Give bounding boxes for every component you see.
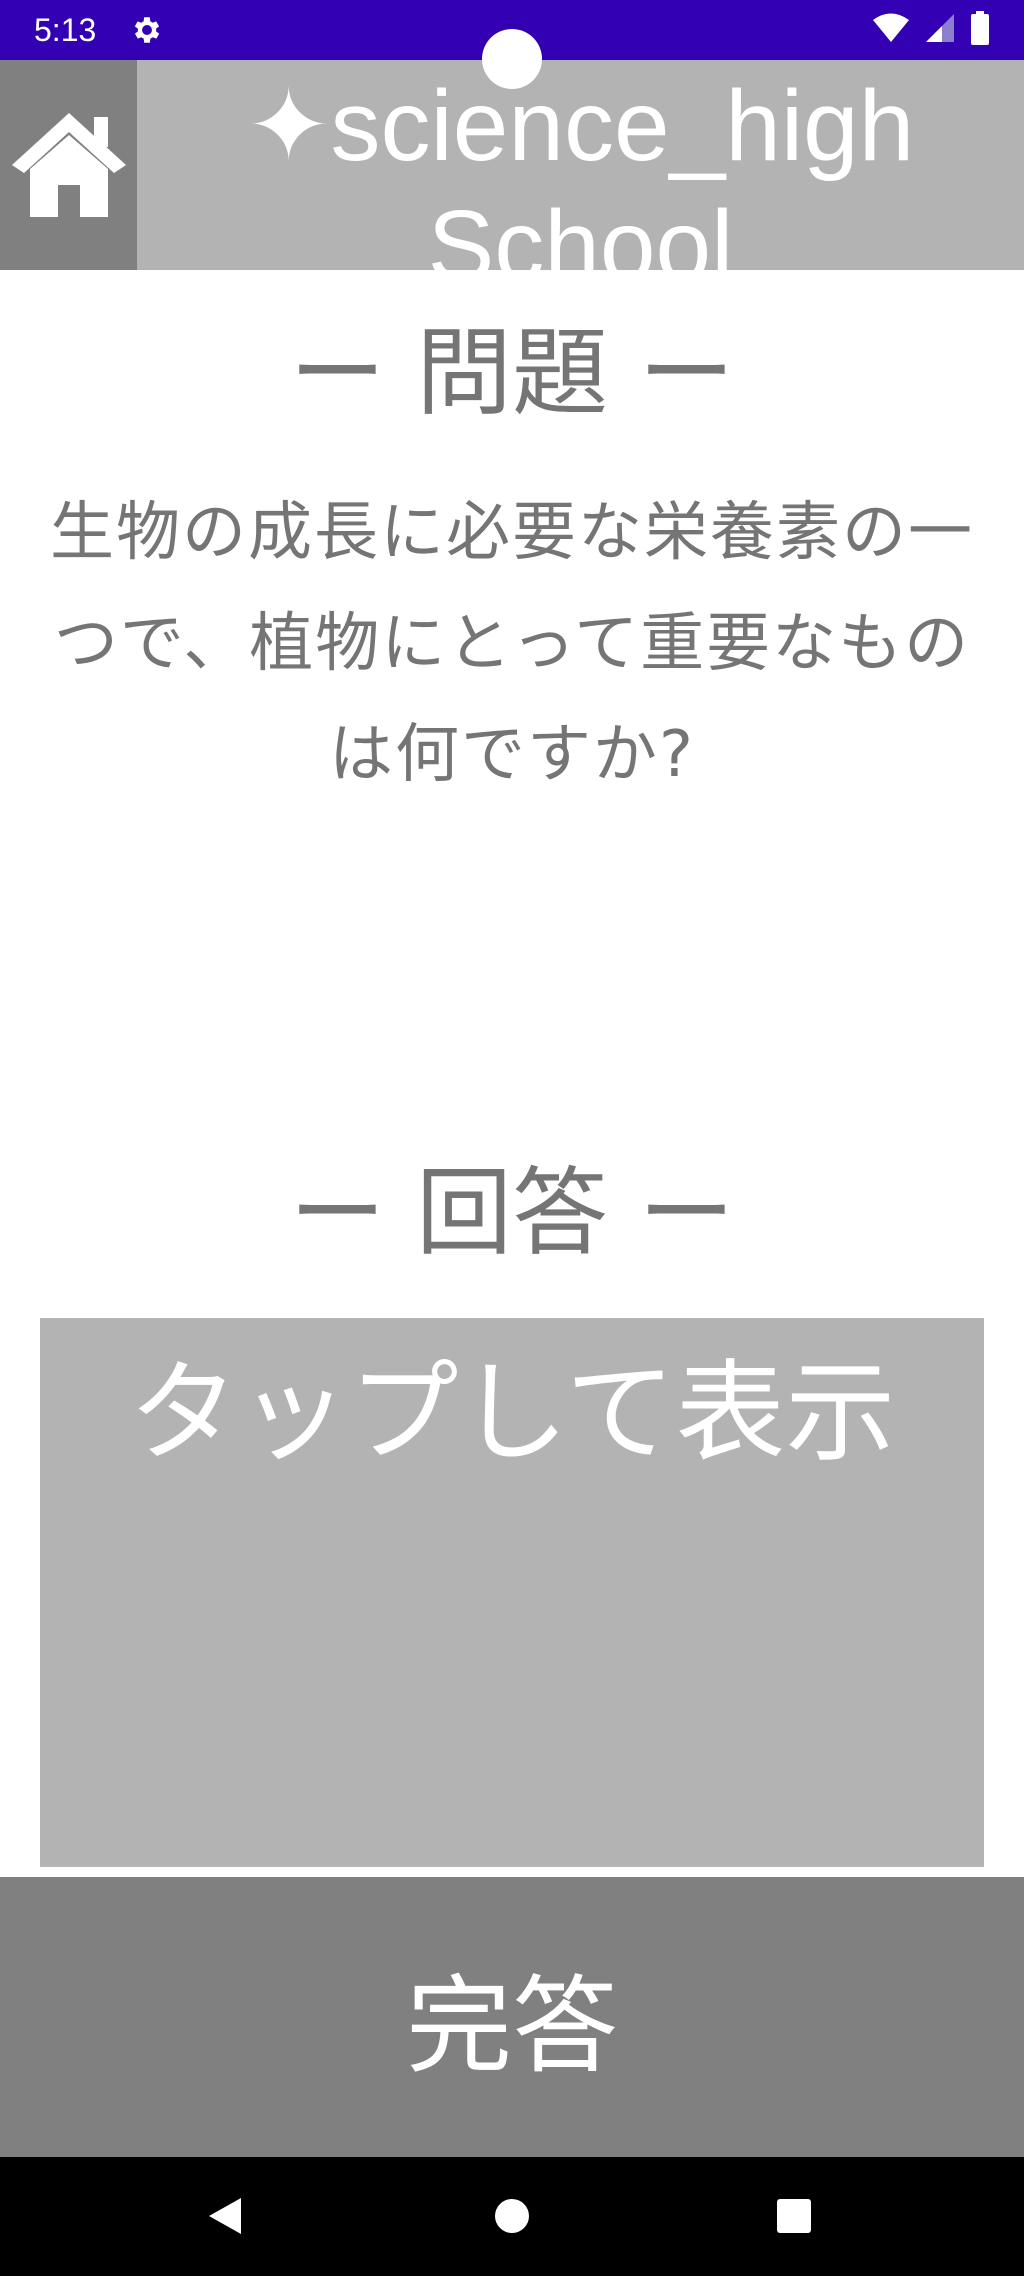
status-time: 5:13 xyxy=(34,12,97,48)
app-header: ✦science_high School xyxy=(0,60,1024,270)
question-text: 生物の成長に必要な栄養素の一つで、植物にとって重要なものは何ですか? xyxy=(50,496,974,792)
status-icons xyxy=(872,11,990,49)
home-button[interactable] xyxy=(0,60,137,270)
wifi-icon xyxy=(872,13,910,47)
camera-cutout xyxy=(482,29,542,89)
gear-icon xyxy=(130,13,164,47)
app-title-line2: School xyxy=(427,190,734,270)
home-icon xyxy=(8,107,130,223)
battery-icon xyxy=(970,11,990,49)
app-title: ✦science_high School xyxy=(137,66,1024,270)
navigation-bar xyxy=(0,2157,1024,2276)
answer-placeholder: タップして表示 xyxy=(128,1349,896,1477)
app-title-line1: ✦science_high xyxy=(246,70,915,182)
answer-reveal-panel[interactable]: タップして表示 xyxy=(40,1318,984,1867)
back-icon[interactable] xyxy=(200,2191,250,2241)
question-heading: ー 問題 ー xyxy=(289,317,735,429)
signal-icon xyxy=(924,12,956,48)
home-circle-icon[interactable] xyxy=(487,2191,537,2241)
answer-heading: ー 回答 ー xyxy=(289,1157,735,1269)
complete-button[interactable]: 完答 xyxy=(0,1877,1024,2157)
recents-icon[interactable] xyxy=(769,2191,819,2241)
